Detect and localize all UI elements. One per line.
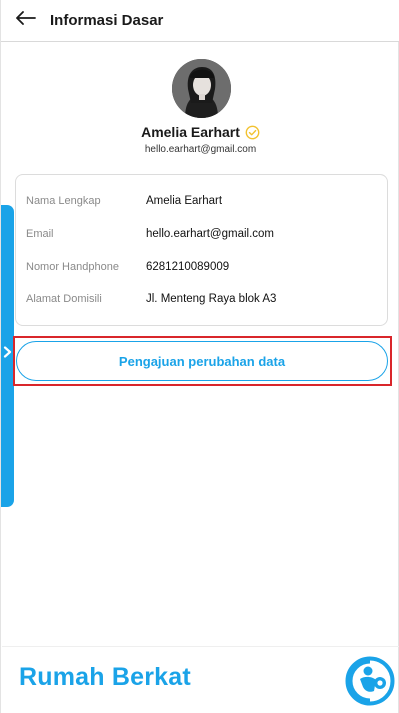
info-label: Alamat Domisili [26,293,102,305]
info-row-email: Email hello.earhart@gmail.com [26,224,381,244]
brand-name: Rumah Berkat [19,663,191,691]
check-circle-icon [245,125,260,140]
info-value: 6281210089009 [146,261,230,273]
app-header: Informasi Dasar [1,0,399,42]
request-data-change-label: Pengajuan perubahan data [118,353,286,369]
info-label: Nama Lengkap [26,195,101,207]
arrow-left-icon [16,10,36,30]
footer-divider [2,646,399,647]
info-value: Jl. Menteng Raya blok A3 [146,293,277,305]
profile-name: Amelia Earhart [141,124,240,140]
profile-email: hello.earhart@gmail.com [144,144,257,155]
request-data-change-button[interactable]: Pengajuan perubahan data [16,341,388,381]
info-value: Amelia Earhart [146,195,223,207]
info-row-phone: Nomor Handphone 6281210089009 [26,257,381,277]
page-title: Informasi Dasar [50,12,164,29]
profile-name-row: Amelia Earhart [1,124,399,140]
back-button[interactable] [11,7,41,33]
rumah-berkat-logo-icon [345,656,395,706]
screen: Informasi Dasar Amelia Earhart hello.ear… [0,0,399,713]
chevron-right-icon[interactable] [2,345,13,359]
info-row-full-name: Nama Lengkap Amelia Earhart [26,191,381,211]
info-label: Nomor Handphone [26,261,119,273]
avatar [172,59,231,118]
info-row-address: Alamat Domisili Jl. Menteng Raya blok A3 [26,289,381,309]
info-card: Nama Lengkap Amelia Earhart Email hello.… [15,174,388,326]
info-value: hello.earhart@gmail.com [146,228,275,240]
info-label: Email [26,228,54,240]
